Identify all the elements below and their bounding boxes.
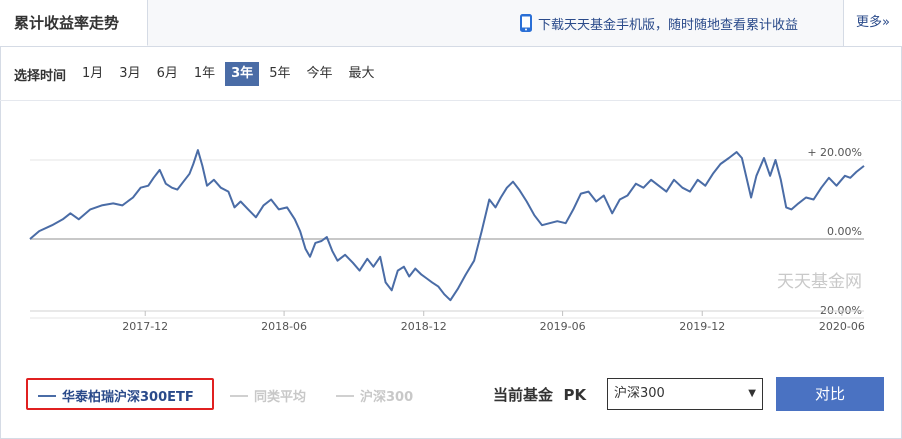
compare-label: 当前基金 PK — [493, 386, 587, 404]
cumulative-return-chart: + 20.00%0.00%-20.00%2017-12 2018-06 2018-1… — [29, 146, 865, 333]
y-tick-label: 0.00% — [827, 225, 862, 238]
panel-title: 累计收益率走势 — [0, 0, 148, 46]
compare-fund-select[interactable]: 沪深300 ▼ — [607, 378, 763, 410]
period-selector: 选择时间 1月 3月 6月 1年 3年 5年 今年 最大 — [14, 62, 385, 86]
series-line — [29, 149, 865, 302]
legend-item-index[interactable]: 沪深300 — [336, 386, 413, 405]
legend-swatch — [230, 394, 248, 397]
legend-item-fund[interactable]: 华泰柏瑞沪深300ETF — [38, 386, 194, 405]
legend-label: 同类平均 — [254, 390, 307, 405]
x-tick-label: 2019-06 — [540, 320, 586, 333]
x-tick-label: 2018-12 — [401, 320, 447, 333]
period-option[interactable]: 1月 — [76, 62, 109, 86]
download-app-link[interactable]: 下载天天基金手机版，随时随地查看累计收益 — [520, 0, 798, 46]
period-option[interactable]: 5年 — [263, 62, 296, 86]
legend-swatch — [38, 394, 56, 397]
period-option[interactable]: 最大 — [342, 62, 380, 86]
x-tick-label: 2019-12 — [679, 320, 725, 333]
legend-swatch — [336, 394, 354, 397]
legend-label: 沪深300 — [360, 390, 414, 405]
period-option[interactable]: 今年 — [300, 62, 338, 86]
x-tick-label: 2017-12 — [122, 320, 168, 333]
legend-label: 华泰柏瑞沪深300ETF — [62, 390, 194, 405]
x-tick-label: 2020-06 — [819, 320, 865, 333]
period-option-active[interactable]: 3年 — [225, 62, 260, 86]
period-option[interactable]: 1年 — [188, 62, 221, 86]
period-option[interactable]: 3月 — [113, 62, 146, 86]
x-tick-label: 2018-06 — [261, 320, 307, 333]
legend-item-category-average[interactable]: 同类平均 — [230, 386, 306, 405]
download-app-text: 下载天天基金手机版，随时随地查看累计收益 — [538, 17, 799, 33]
mobile-phone-icon — [520, 14, 532, 32]
period-option[interactable]: 6月 — [151, 62, 184, 86]
watermark-text: 天天基金网 — [777, 272, 862, 292]
header-bar: 累计收益率走势 下载天天基金手机版，随时随地查看累计收益 更多» — [0, 0, 902, 47]
y-tick-label: + 20.00% — [807, 146, 862, 159]
dropdown-arrow-icon: ▼ — [748, 388, 756, 399]
period-selector-label: 选择时间 — [14, 68, 67, 84]
more-link[interactable]: 更多» — [843, 0, 902, 46]
compare-fund-value: 沪深300 — [614, 386, 665, 401]
compare-button[interactable]: 对比 — [776, 377, 884, 411]
